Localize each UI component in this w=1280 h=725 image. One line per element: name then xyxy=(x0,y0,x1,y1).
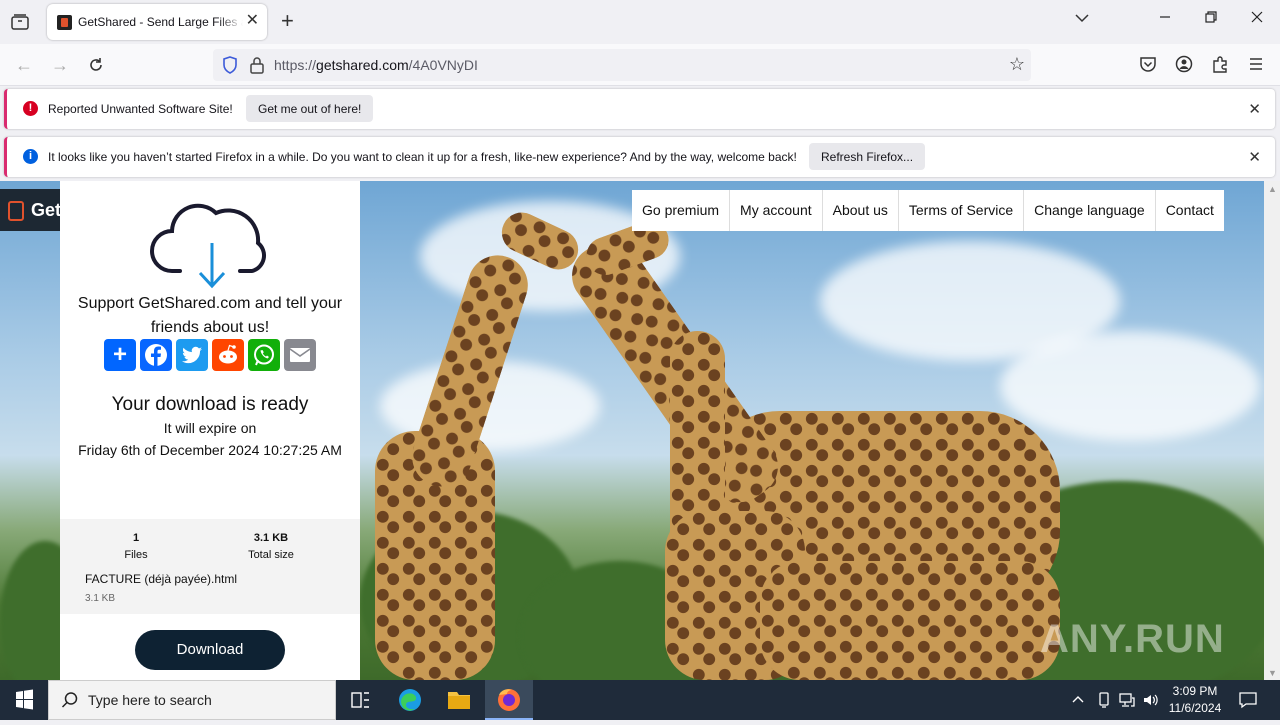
logo-text: Get xyxy=(31,200,62,220)
download-panel: Support GetShared.com and tell your frie… xyxy=(60,181,360,680)
tab-strip: GetShared - Send Large Files and ✕ + xyxy=(0,0,1280,44)
support-text: Support GetShared.com and tell your frie… xyxy=(60,292,360,340)
forward-icon[interactable]: → xyxy=(48,53,72,77)
notifications-icon[interactable] xyxy=(1238,690,1258,715)
unwanted-software-notification: ! Reported Unwanted Software Site! Get m… xyxy=(4,89,1275,129)
support-line-2: friends about us! xyxy=(150,319,270,336)
menu-my-account[interactable]: My account xyxy=(730,190,823,231)
navigation-toolbar: ← → https://getshared.com/4A0VNyDI ☆ xyxy=(0,44,1280,86)
download-button[interactable]: Download xyxy=(135,630,285,670)
whatsapp-icon[interactable] xyxy=(248,339,280,371)
twitter-icon[interactable] xyxy=(176,339,208,371)
refresh-firefox-message: It looks like you haven’t started Firefo… xyxy=(48,150,797,164)
url-bar[interactable]: https://getshared.com/4A0VNyDI ☆ xyxy=(213,49,1031,81)
cloud-download-icon xyxy=(150,193,270,294)
unwanted-software-message: Reported Unwanted Software Site! xyxy=(48,102,233,116)
menu-go-premium[interactable]: Go premium xyxy=(632,190,731,231)
getshared-logo-icon xyxy=(8,201,24,221)
volume-icon[interactable] xyxy=(1142,691,1160,714)
firefox-icon[interactable] xyxy=(485,680,533,720)
anyrun-watermark: ANY.RUN xyxy=(1040,617,1225,661)
tab-close-icon[interactable]: ✕ xyxy=(246,13,259,29)
tracking-protection-icon[interactable] xyxy=(221,55,239,80)
share-buttons: + xyxy=(104,339,316,371)
file-explorer-icon[interactable] xyxy=(435,680,483,720)
page-content: Get Go premium My account About us Terms… xyxy=(0,181,1264,680)
reddit-icon[interactable] xyxy=(212,339,244,371)
page-scrollbar[interactable]: ▲ ▼ xyxy=(1264,181,1280,680)
tab-overview-icon[interactable] xyxy=(10,12,30,37)
files-label: Files xyxy=(124,549,148,561)
list-all-tabs-icon[interactable] xyxy=(1067,10,1097,31)
restore-icon[interactable] xyxy=(1196,10,1226,29)
menu-contact[interactable]: Contact xyxy=(1156,190,1224,231)
scroll-down-icon[interactable]: ▼ xyxy=(1268,668,1277,678)
reload-icon[interactable] xyxy=(84,53,108,77)
system-clock[interactable]: 3:09 PM 11/6/2024 xyxy=(1162,683,1228,717)
new-tab-icon[interactable]: + xyxy=(281,9,294,33)
close-window-icon[interactable] xyxy=(1242,10,1272,29)
url-text[interactable]: https://getshared.com/4A0VNyDI xyxy=(274,57,478,73)
addtoany-icon[interactable]: + xyxy=(104,339,136,371)
total-size: 3.1 KB xyxy=(253,532,289,544)
lock-icon[interactable] xyxy=(249,55,265,80)
task-view-icon[interactable] xyxy=(336,680,384,720)
url-path: /4A0VNyDI xyxy=(408,57,478,73)
extensions-icon[interactable] xyxy=(1211,55,1229,78)
windows-start-icon[interactable] xyxy=(0,680,48,720)
edge-icon[interactable] xyxy=(386,680,434,720)
network-icon[interactable] xyxy=(1118,691,1136,714)
facebook-icon[interactable] xyxy=(140,339,172,371)
account-icon[interactable] xyxy=(1175,55,1193,78)
refresh-firefox-button[interactable]: Refresh Firefox... xyxy=(809,143,926,170)
expire-label: It will expire on xyxy=(163,420,257,436)
taskbar-search-box[interactable]: Type here to search xyxy=(48,680,336,720)
file-stats: 1 Files 3.1 KB Total size FACTURE (déjà … xyxy=(60,519,360,614)
close-notification-icon[interactable]: ✕ xyxy=(1248,148,1261,166)
site-logo[interactable]: Get xyxy=(0,189,62,231)
email-icon[interactable] xyxy=(284,339,316,371)
show-hidden-icons-icon[interactable] xyxy=(1070,692,1086,713)
close-notification-icon[interactable]: ✕ xyxy=(1248,100,1261,118)
back-icon[interactable]: ← xyxy=(12,53,36,77)
url-domain: getshared.com xyxy=(316,57,409,73)
app-menu-icon[interactable] xyxy=(1247,55,1265,78)
files-count: 1 xyxy=(132,532,140,544)
url-prefix: https:// xyxy=(274,57,317,73)
pocket-icon[interactable] xyxy=(1139,55,1157,78)
site-top-menu: Go premium My account About us Terms of … xyxy=(632,190,1224,231)
info-icon: i xyxy=(23,149,38,164)
getshared-favicon-icon xyxy=(57,15,72,30)
menu-about-us[interactable]: About us xyxy=(823,190,899,231)
tab-title: GetShared - Send Large Files and xyxy=(78,15,243,29)
search-icon xyxy=(61,691,79,714)
support-line-1: Support GetShared.com and tell your xyxy=(77,295,343,312)
menu-terms-of-service[interactable]: Terms of Service xyxy=(899,190,1025,231)
tab-getshared[interactable]: GetShared - Send Large Files and ✕ xyxy=(47,4,267,40)
scroll-up-icon[interactable]: ▲ xyxy=(1268,184,1277,194)
bookmark-star-icon[interactable]: ☆ xyxy=(1009,54,1025,75)
get-me-out-button[interactable]: Get me out of here! xyxy=(246,95,374,122)
device-icon[interactable] xyxy=(1095,691,1113,714)
file-name: FACTURE (déjà payée).html xyxy=(85,572,238,586)
expire-date: Friday 6th of December 2024 10:27:25 AM xyxy=(78,442,342,458)
search-placeholder: Type here to search xyxy=(88,692,212,708)
clock-time: 3:09 PM xyxy=(1172,684,1218,698)
refresh-firefox-notification: i It looks like you haven’t started Fire… xyxy=(4,137,1275,177)
windows-taskbar: Type here to search 3:09 PM 11/6/2024 xyxy=(0,680,1280,720)
download-ready-heading: Your download is ready xyxy=(111,394,309,415)
total-size-label: Total size xyxy=(248,549,294,561)
file-size: 3.1 KB xyxy=(85,593,116,604)
clock-date: 11/6/2024 xyxy=(1168,701,1222,715)
alert-icon: ! xyxy=(23,101,38,116)
minimize-icon[interactable] xyxy=(1150,10,1180,29)
menu-change-language[interactable]: Change language xyxy=(1024,190,1156,231)
